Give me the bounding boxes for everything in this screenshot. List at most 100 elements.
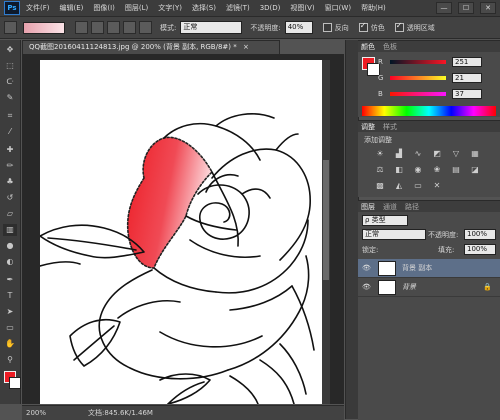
photofilter-icon[interactable]: ◉ — [412, 165, 424, 175]
zoom-level[interactable]: 200% — [26, 409, 52, 417]
tab-styles[interactable]: 样式 — [383, 122, 397, 132]
maximize-button[interactable]: ☐ — [458, 2, 474, 14]
posterize-icon[interactable]: ▩ — [374, 181, 386, 191]
brush-icon[interactable]: ✏ — [3, 160, 17, 172]
crop-icon[interactable]: ⌗ — [3, 110, 17, 122]
blue-track[interactable] — [390, 92, 446, 96]
red-track[interactable] — [390, 60, 446, 64]
reverse-checkbox[interactable] — [322, 23, 332, 32]
shape-icon[interactable]: ▭ — [3, 322, 17, 334]
minimize-button[interactable]: — — [436, 2, 452, 14]
gradientmap-icon[interactable]: ▭ — [412, 181, 424, 191]
exposure-icon[interactable]: ◩ — [431, 149, 443, 159]
layer-row[interactable]: 👁 背景 副本 — [358, 259, 500, 278]
blue-slider[interactable]: B 37 — [378, 89, 496, 99]
gradient-swatch[interactable] — [23, 21, 65, 34]
move-icon[interactable]: ✥ — [3, 44, 17, 56]
path-select-icon[interactable]: ➤ — [3, 306, 17, 318]
menu-3d[interactable]: 3D(D) — [260, 4, 281, 12]
dodge-icon[interactable]: ◐ — [3, 256, 17, 268]
threshold-icon[interactable]: ◭ — [393, 181, 405, 191]
layer-row[interactable]: 👁 背景 🔒 — [358, 278, 500, 297]
angle-gradient-icon[interactable] — [107, 21, 120, 34]
menu-select[interactable]: 选择(S) — [192, 3, 216, 13]
dither-checkbox[interactable] — [358, 21, 368, 32]
tab-adjustments[interactable]: 调整 — [361, 122, 375, 132]
eyedropper-icon[interactable]: ⁄ — [3, 126, 17, 138]
visibility-eye-icon[interactable]: 👁 — [362, 264, 372, 272]
photoshop-logo: Ps — [4, 1, 20, 15]
tab-swatches[interactable]: 色板 — [383, 42, 397, 52]
colorlookup-icon[interactable]: ▤ — [450, 165, 462, 175]
clonestamp-icon[interactable]: ♣ — [3, 176, 17, 188]
color-panel: 颜色 色板 R 251 G 21 B 37 — [358, 40, 500, 117]
menu-edit[interactable]: 编辑(E) — [60, 3, 84, 13]
gradient-icon[interactable]: ▥ — [3, 224, 17, 236]
fill-input[interactable]: 100% — [464, 244, 496, 255]
linear-gradient-icon[interactable] — [75, 21, 88, 34]
vertical-scroll-thumb[interactable] — [323, 160, 329, 280]
layer-opacity-input[interactable]: 100% — [464, 229, 496, 240]
curves-icon[interactable]: ∿ — [412, 149, 424, 159]
tab-color[interactable]: 颜色 — [361, 42, 375, 52]
layer-name: 背景 副本 — [402, 264, 433, 272]
channelmixer-icon[interactable]: ❀ — [431, 165, 443, 175]
background-color-swatch[interactable] — [9, 377, 21, 389]
quickselect-icon[interactable]: ✎ — [3, 92, 17, 104]
blend-mode-select[interactable]: 正常 — [362, 229, 426, 240]
menu-window[interactable]: 窗口(W) — [325, 3, 351, 13]
menu-file[interactable]: 文件(F) — [26, 3, 50, 13]
vibrance-icon[interactable]: ▽ — [450, 149, 462, 159]
zoom-icon[interactable]: ⚲ — [3, 354, 17, 366]
bw-icon[interactable]: ◧ — [393, 165, 405, 175]
menu-view[interactable]: 视图(V) — [290, 3, 314, 13]
lasso-icon[interactable]: ᑢ — [3, 76, 17, 88]
document-tab-close[interactable]: × — [243, 43, 249, 51]
blue-value[interactable]: 37 — [452, 89, 482, 99]
menu-layer[interactable]: 图层(L) — [125, 3, 148, 13]
reflected-gradient-icon[interactable] — [123, 21, 136, 34]
levels-icon[interactable]: ▟ — [393, 149, 405, 159]
menu-type[interactable]: 文字(Y) — [158, 3, 182, 13]
close-button[interactable]: ✕ — [480, 2, 496, 14]
diamond-gradient-icon[interactable] — [139, 21, 152, 34]
menu-help[interactable]: 帮助(H) — [361, 3, 386, 13]
type-icon[interactable]: T — [3, 290, 17, 302]
history-brush-icon[interactable]: ↺ — [3, 192, 17, 204]
color-spectrum[interactable] — [362, 106, 496, 116]
gradient-tool-icon[interactable] — [4, 21, 17, 34]
mode-label: 模式: — [160, 23, 177, 32]
layer-filter-select[interactable]: ρ 类型 — [362, 215, 408, 226]
red-slider[interactable]: R 251 — [378, 57, 496, 67]
green-slider[interactable]: G 21 — [378, 73, 496, 83]
rose-drawing — [40, 113, 315, 404]
tab-layers[interactable]: 图层 — [361, 202, 375, 212]
hsl-icon[interactable]: ▦ — [469, 149, 481, 159]
healing-icon[interactable]: ✚ — [3, 144, 17, 156]
invert-icon[interactable]: ◪ — [469, 165, 481, 175]
visibility-eye-icon[interactable]: 👁 — [362, 283, 372, 291]
lock-icon: 🔒 — [483, 283, 492, 291]
eraser-icon[interactable]: ▱ — [3, 208, 17, 220]
tab-paths[interactable]: 路径 — [405, 202, 419, 212]
red-value[interactable]: 251 — [452, 57, 482, 67]
transparency-checkbox[interactable] — [394, 21, 404, 32]
opacity-label: 不透明度: — [250, 23, 281, 32]
hand-icon[interactable]: ✋ — [3, 338, 17, 350]
menu-filter[interactable]: 滤镜(T) — [226, 3, 250, 13]
marquee-icon[interactable]: ⬚ — [3, 60, 17, 72]
green-track[interactable] — [390, 76, 446, 80]
selectivecolor-icon[interactable]: ✕ — [431, 181, 443, 191]
document-tab[interactable]: QQ截图20160411124813.jpg @ 200% (背景 副本, RG… — [22, 40, 280, 54]
pen-icon[interactable]: ✒ — [3, 274, 17, 286]
mode-select[interactable]: 正常 — [180, 21, 243, 34]
tab-channels[interactable]: 通道 — [383, 202, 397, 212]
opacity-input[interactable]: 40% — [284, 21, 313, 34]
colorbalance-icon[interactable]: ⚖ — [374, 165, 386, 175]
green-value[interactable]: 21 — [452, 73, 482, 83]
blur-icon[interactable]: ● — [3, 240, 17, 252]
canvas[interactable] — [40, 60, 322, 404]
menu-image[interactable]: 图像(I) — [93, 3, 115, 13]
brightness-icon[interactable]: ☀ — [374, 149, 386, 159]
radial-gradient-icon[interactable] — [91, 21, 104, 34]
